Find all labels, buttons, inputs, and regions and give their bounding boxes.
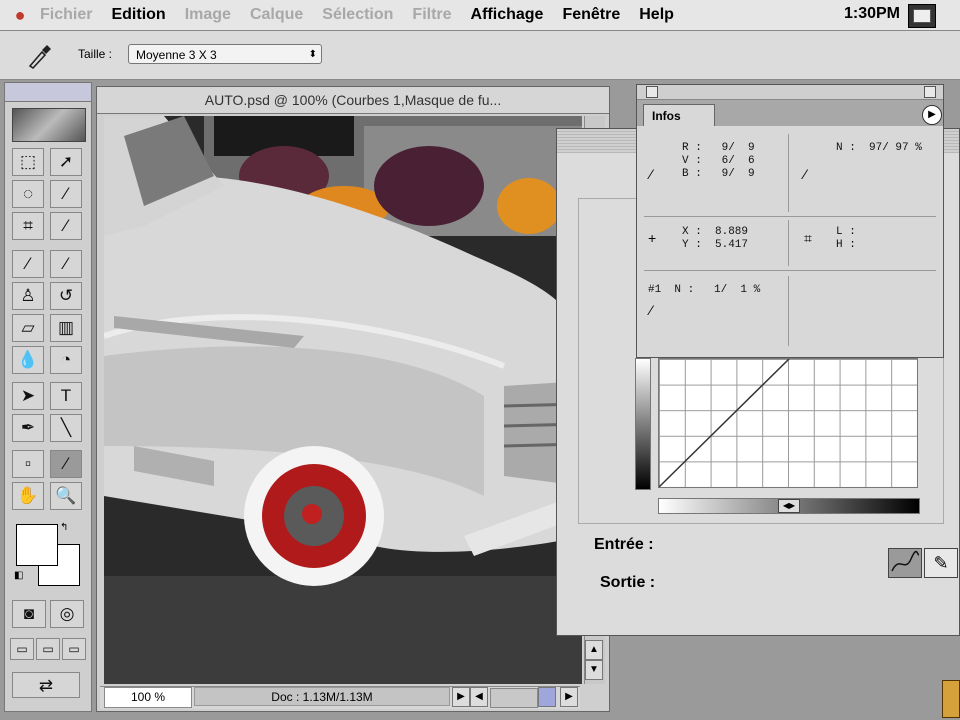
info-panel-titlebar[interactable] [637,85,943,100]
move-tool-icon[interactable]: ➚ [50,148,82,176]
chevron-updown-icon: ⬍ [308,49,317,60]
crosshair-icon: + [648,230,657,246]
output-gradient-bar [635,358,651,490]
xy-readout: X : 8.889 Y : 5.417 [682,226,749,251]
eyedropper-rgb-icon: ⁄ [650,166,653,182]
menu-selection[interactable]: Sélection [322,6,393,24]
swap-colors-icon[interactable]: ↰ [60,522,68,533]
eyedropper-tool-selected-icon[interactable]: ⁄ [50,450,82,478]
menu-fichier[interactable]: Fichier [40,6,92,24]
size-icon: ⌗ [804,230,812,246]
lasso-tool-icon[interactable]: ◌ [12,180,44,208]
horizontal-scrollbar[interactable] [490,688,538,708]
scroll-thumb[interactable] [538,687,556,707]
sample-size-select[interactable]: Moyenne 3 X 3 ⬍ [128,44,322,64]
car-photo [104,116,582,684]
default-colors-icon[interactable]: ◧ [14,570,23,581]
output-label: Sortie : [600,574,656,591]
status-menu-arrow-icon[interactable]: ▶ [452,687,470,707]
curves-graph[interactable] [658,358,918,488]
collapse-icon[interactable] [924,86,936,98]
path-select-tool-icon[interactable]: ➤ [12,382,44,410]
text-cursor-icon [942,680,960,718]
foreground-color-swatch[interactable] [16,524,58,566]
rgb-readout: R : 9/ 9 V : 6/ 6 B : 9/ 9 [682,142,755,180]
menu-clock: 1:30PM [843,5,900,22]
image-canvas[interactable] [104,116,582,684]
screen-mode-full-icon[interactable]: ▭ [62,638,86,660]
eraser-tool-icon[interactable]: ▱ [12,314,44,342]
jump-to-imageready-icon[interactable]: ⇄ [12,672,80,698]
eyedropper-k-icon: ⁄ [804,166,807,182]
info-divider [644,216,936,217]
menu-filtre[interactable]: Filtre [412,6,451,24]
panel-menu-arrow-icon[interactable]: ▶ [922,105,942,125]
toolbox-titlebar[interactable] [5,83,91,102]
hand-tool-icon[interactable]: ✋ [12,482,44,510]
history-brush-tool-icon[interactable]: ↺ [50,282,82,310]
cmyk-readout: N : 97/ 97 % [836,142,922,154]
dodge-tool-icon[interactable]: ◔ [50,346,82,374]
standard-mode-icon[interactable]: ◙ [12,600,46,628]
scroll-down-arrow-icon[interactable]: ▼ [585,660,603,680]
curve-line [659,359,790,487]
zoom-tool-icon[interactable]: 🔍 [50,482,82,510]
info-divider [788,276,789,346]
paintbrush-tool-icon[interactable]: ⁄ [50,250,82,278]
airbrush-tool-icon[interactable]: ⁄ [12,250,44,278]
screen-mode-standard-icon[interactable]: ▭ [10,638,34,660]
stamp-tool-icon[interactable]: ♙ [12,282,44,310]
notes-tool-icon[interactable]: ▫ [12,450,44,478]
color-sampler-icon: ⁄ [650,302,653,318]
apple-menu-icon[interactable]: ● [0,5,40,26]
size-label: Taille : [78,47,113,61]
quick-mask-mode-icon[interactable]: ◎ [50,600,84,628]
eyedropper-icon[interactable] [26,40,54,70]
wh-readout: L : H : [836,226,856,251]
info-divider [788,220,789,266]
scroll-up-arrow-icon[interactable]: ▲ [585,640,603,660]
document-title[interactable]: AUTO.psd @ 100% (Courbes 1,Masque de fu.… [97,87,609,114]
type-tool-icon[interactable]: T [50,382,82,410]
sample-readout: #1 N : 1/ 1 % [648,284,761,296]
scroll-left-arrow-icon[interactable]: ◀ [470,687,488,707]
marquee-tool-icon[interactable]: ⬚ [12,148,44,176]
close-icon[interactable] [646,86,658,98]
menu-bar: ● Fichier Edition Image Calque Sélection… [0,0,960,31]
tab-infos[interactable]: Infos [643,104,715,126]
gradient-tool-icon[interactable]: ▥ [50,314,82,342]
menu-affichage[interactable]: Affichage [471,6,544,24]
pencil-tool-icon[interactable]: ✎ [924,548,958,578]
curve-tool-icon[interactable] [888,548,922,578]
info-divider [644,270,936,271]
menu-edition[interactable]: Edition [111,6,165,24]
blur-tool-icon[interactable]: 💧 [12,346,44,374]
scroll-right-arrow-icon[interactable]: ▶ [560,687,578,707]
screen-mode-menu-icon[interactable]: ▭ [36,638,60,660]
line-tool-icon[interactable]: ╲ [50,414,82,442]
info-divider [788,134,789,212]
menu-fenetre[interactable]: Fenêtre [562,6,620,24]
menu-help[interactable]: Help [639,6,674,24]
document-size-info[interactable]: Doc : 1.13M/1.13M [194,687,450,706]
eyedropper-tool-icon[interactable]: ⁄ [50,212,82,240]
menu-calque[interactable]: Calque [250,6,303,24]
menu-image[interactable]: Image [185,6,231,24]
pen-tool-icon[interactable]: ✒ [12,414,44,442]
gradient-direction-toggle-icon[interactable]: ◀▶ [778,499,800,513]
magic-wand-tool-icon[interactable]: ⁄ [50,180,82,208]
input-label: Entrée : [594,536,654,553]
crop-tool-icon[interactable]: ⌗ [12,212,44,240]
toolbox-logo[interactable] [12,108,86,142]
zoom-field[interactable]: 100 % [104,687,192,708]
application-menu-icon[interactable] [908,4,936,28]
sample-size-value: Moyenne 3 X 3 [136,48,217,62]
